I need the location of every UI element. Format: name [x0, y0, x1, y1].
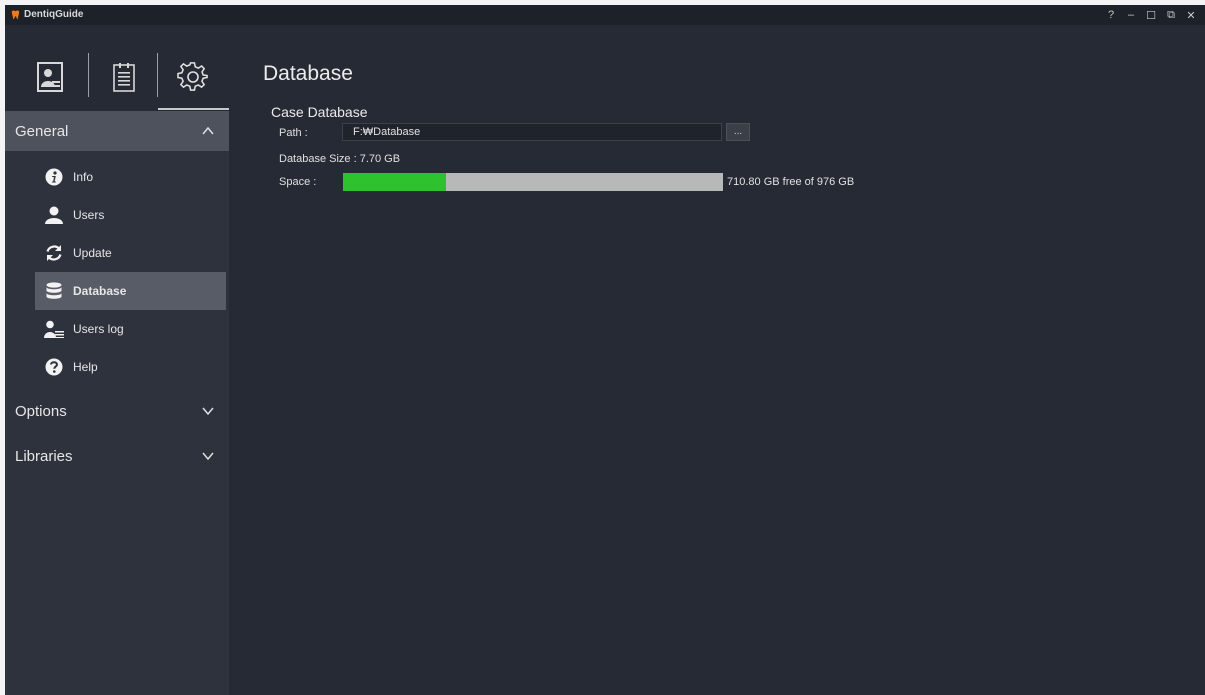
tab-settings[interactable] — [158, 49, 228, 105]
space-label: Space : — [279, 176, 317, 188]
space-progress-bar — [343, 173, 723, 191]
user-icon — [44, 206, 64, 224]
section-options[interactable]: Options — [5, 391, 229, 431]
patient-card-icon — [37, 62, 63, 92]
restore-button[interactable]: ⧉ — [1161, 8, 1181, 22]
close-button[interactable]: ✕ — [1181, 8, 1201, 22]
sidebar-item-label: Help — [73, 360, 98, 374]
app-window: DentiqGuide ? – ☐ ⧉ ✕ General Info Users… — [5, 5, 1205, 695]
section-libraries-label: Libraries — [15, 447, 73, 465]
section-general[interactable]: General — [5, 111, 229, 151]
info-icon — [44, 168, 64, 186]
sidebar-item-info[interactable]: Info — [35, 158, 226, 196]
space-progress-fill — [343, 173, 447, 191]
section-libraries[interactable]: Libraries — [5, 436, 229, 476]
maximize-button[interactable]: ☐ — [1141, 8, 1161, 22]
sidebar-item-users[interactable]: Users — [35, 196, 226, 234]
sidebar-item-label: Users log — [73, 322, 124, 336]
clipboard-list-icon — [113, 63, 135, 92]
sidebar-item-help[interactable]: Help — [35, 348, 226, 386]
tab-patient[interactable] — [15, 49, 85, 105]
tab-plan[interactable] — [89, 49, 159, 105]
section-general-label: General — [15, 122, 69, 140]
window-controls: ? – ☐ ⧉ ✕ — [1101, 8, 1201, 22]
minimize-button[interactable]: – — [1121, 8, 1141, 22]
sidebar-item-label: Database — [73, 284, 127, 298]
app-title: DentiqGuide — [24, 9, 84, 20]
refresh-icon — [44, 244, 64, 262]
database-icon — [44, 282, 64, 300]
sidebar-item-label: Info — [73, 170, 94, 184]
active-tab-indicator — [158, 108, 229, 110]
sidebar-item-label: Update — [73, 246, 112, 260]
browse-button[interactable]: ... — [726, 123, 750, 141]
database-size-label: Database Size : 7.70 GB — [279, 153, 401, 165]
section-options-label: Options — [15, 402, 67, 420]
chevron-up-icon — [202, 126, 214, 135]
chevron-down-icon — [202, 452, 214, 461]
sidebar-item-database[interactable]: Database — [35, 272, 226, 310]
chevron-down-icon — [202, 407, 214, 416]
section-title: Case Database — [271, 104, 368, 120]
space-free-text: 710.80 GB free of 976 GB — [727, 176, 855, 188]
path-label: Path : — [279, 127, 308, 139]
sidebar: General Info Users Update Database Users… — [5, 31, 229, 695]
gear-icon — [177, 62, 208, 91]
help-icon — [44, 358, 64, 376]
sidebar-item-label: Users — [73, 208, 105, 222]
tooth-logo-icon — [11, 10, 20, 20]
sidebar-item-update[interactable]: Update — [35, 234, 226, 272]
sidebar-top-tabs — [5, 31, 229, 111]
user-log-icon — [44, 320, 64, 338]
title-bar: DentiqGuide ? – ☐ ⧉ ✕ — [5, 5, 1205, 25]
path-input[interactable] — [342, 123, 722, 141]
page-title: Database — [263, 62, 353, 85]
sidebar-item-users-log[interactable]: Users log — [35, 310, 226, 348]
help-button[interactable]: ? — [1101, 8, 1121, 22]
